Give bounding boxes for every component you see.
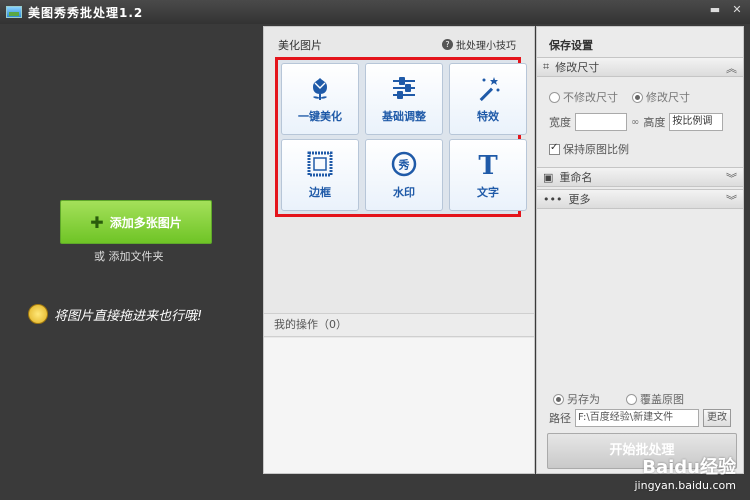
height-label: 高度 — [643, 116, 666, 129]
left-pane: ✚ 添加多张图片 或 添加文件夹 将图片直接拖进来也行哦! — [0, 24, 262, 500]
drag-hint-text: 将图片直接拖进来也行哦! — [54, 308, 203, 324]
change-path-button[interactable]: 更改 — [703, 409, 731, 427]
batch-tips-link[interactable]: ? 批处理小技巧 — [442, 37, 516, 52]
plus-icon: ✚ — [90, 212, 104, 232]
close-button[interactable]: ✕ — [730, 3, 744, 17]
watermark-brand: Baidu经验 — [642, 457, 736, 478]
add-images-button[interactable]: ✚ 添加多张图片 — [60, 200, 212, 244]
tool-label: 特效 — [477, 110, 499, 123]
keep-ratio-row[interactable]: 保持原图比例 — [549, 141, 629, 157]
text-char: T — [478, 151, 498, 178]
my-operations-header: 我的操作（0） — [264, 313, 534, 337]
tool-label: 基础调整 — [382, 110, 426, 123]
link-icon[interactable]: ∞ — [631, 117, 639, 128]
lightbulb-icon — [28, 304, 48, 324]
rename-section-label: 重命名 — [559, 171, 593, 184]
no-resize-label: 不修改尺寸 — [563, 91, 618, 104]
save-as-radio[interactable]: 另存为 — [553, 391, 600, 407]
save-mode-options: 另存为 覆盖原图 — [553, 391, 684, 407]
seal-icon: 秀 — [391, 151, 417, 177]
drag-hint: 将图片直接拖进来也行哦! — [28, 304, 202, 324]
keep-ratio-checkbox[interactable] — [549, 142, 560, 155]
more-section-label: 更多 — [568, 193, 591, 206]
tool-label: 水印 — [393, 186, 415, 199]
width-input[interactable] — [575, 113, 627, 131]
seal-char: 秀 — [398, 158, 410, 172]
tool-label: 边框 — [309, 186, 331, 199]
minimize-button[interactable]: ▬ — [708, 3, 722, 17]
resize-section-label: 修改尺寸 — [555, 61, 600, 74]
path-input[interactable]: F:\百度经验\新建文件 — [575, 409, 699, 427]
overwrite-radio[interactable]: 覆盖原图 — [626, 391, 684, 407]
rename-section-header[interactable]: ▣ 重命名 ︾ — [537, 167, 743, 187]
watermark: Baidu经验 jingyan.baidu.com — [634, 453, 736, 492]
save-as-label: 另存为 — [567, 393, 600, 406]
tool-label: 一键美化 — [298, 110, 342, 123]
beautify-header: 美化图片 ? 批处理小技巧 — [264, 27, 534, 57]
tool-basic-adjust[interactable]: 基础调整 — [365, 63, 443, 135]
chevron-down-icon: ︾ — [726, 194, 737, 207]
width-label: 宽度 — [549, 116, 571, 129]
question-icon: ? — [442, 39, 453, 50]
tool-border[interactable]: 边框 — [281, 139, 359, 211]
save-settings-title: 保存设置 — [549, 39, 593, 52]
window-title: 美图秀秀批处理1.2 — [28, 5, 144, 20]
tool-effects[interactable]: 特效 — [449, 63, 527, 135]
keep-ratio-label: 保持原图比例 — [563, 143, 629, 156]
radio-off-icon — [549, 91, 560, 103]
radio-on-icon — [553, 393, 564, 405]
add-folder-link[interactable]: 添加文件夹 — [109, 250, 164, 263]
resize-options: 不修改尺寸 修改尺寸 — [549, 89, 690, 105]
frame-icon — [307, 151, 333, 177]
overwrite-label: 覆盖原图 — [640, 393, 684, 406]
tool-text[interactable]: T 文字 — [449, 139, 527, 211]
tool-one-click-beautify[interactable]: 一键美化 — [281, 63, 359, 135]
beautify-panel: 美化图片 ? 批处理小技巧 一键美化 基础调整 特效 边框 秀 水印 T 文字 … — [263, 26, 535, 474]
title-bar: 美图秀秀批处理1.2 ▬ ✕ — [0, 0, 750, 24]
radio-off-icon — [626, 393, 637, 405]
rename-icon: ▣ — [543, 170, 554, 184]
more-section-header[interactable]: ••• 更多 ︾ — [537, 189, 743, 209]
resize-label: 修改尺寸 — [646, 91, 690, 104]
batch-tips-label: 批处理小技巧 — [456, 41, 516, 52]
beautify-title: 美化图片 — [278, 39, 322, 52]
tool-grid: 一键美化 基础调整 特效 边框 秀 水印 T 文字 — [281, 63, 527, 211]
radio-on-icon — [632, 91, 643, 103]
resize-radio[interactable]: 修改尺寸 — [632, 89, 690, 105]
app-icon — [6, 6, 22, 18]
chevron-down-icon: ︾ — [726, 172, 737, 185]
add-folder-row: 或 添加文件夹 — [94, 248, 164, 264]
my-operations-list — [264, 338, 534, 473]
path-row: 路径 F:\百度经验\新建文件 更改 — [549, 409, 731, 427]
tool-label: 文字 — [477, 186, 499, 199]
magic-wand-icon — [479, 77, 500, 102]
or-label: 或 — [94, 250, 105, 263]
window-controls: ▬ ✕ — [708, 3, 744, 17]
height-input[interactable]: 按比例调 — [669, 113, 724, 131]
sliders-icon — [393, 77, 415, 99]
tulip-icon — [313, 78, 327, 100]
tools-highlight-frame: 一键美化 基础调整 特效 边框 秀 水印 T 文字 — [275, 57, 527, 217]
chevron-up-icon: ︽ — [726, 62, 737, 75]
watermark-url: jingyan.baidu.com — [634, 479, 736, 492]
add-images-label: 添加多张图片 — [109, 215, 182, 230]
save-settings-panel: 保存设置 ⌗ 修改尺寸 ︽ 不修改尺寸 修改尺寸 宽度 ∞ 高度 按比例调 保持… — [536, 26, 744, 474]
more-dots-icon: ••• — [543, 192, 563, 206]
size-row: 宽度 ∞ 高度 按比例调 — [549, 113, 724, 131]
text-icon: T — [478, 151, 498, 178]
path-label: 路径 — [549, 412, 571, 425]
resize-section-header[interactable]: ⌗ 修改尺寸 ︽ — [537, 57, 743, 77]
no-resize-radio[interactable]: 不修改尺寸 — [549, 89, 618, 105]
tool-watermark[interactable]: 秀 水印 — [365, 139, 443, 211]
crop-icon: ⌗ — [543, 60, 550, 73]
